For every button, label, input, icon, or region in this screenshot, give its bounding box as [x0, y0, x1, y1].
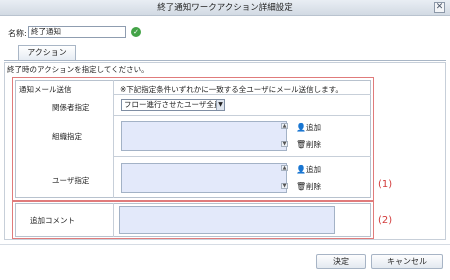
- tab-action[interactable]: アクション: [18, 45, 76, 60]
- annotation-marker-1: (1): [378, 179, 393, 190]
- cancel-button[interactable]: キャンセル: [371, 254, 443, 269]
- name-input[interactable]: 終了通知: [28, 26, 126, 38]
- dialog-titlebar: 終了通知ワークアクション詳細設定: [0, 0, 450, 16]
- tab-divider: [4, 60, 446, 61]
- highlight-box-2: [12, 201, 374, 239]
- name-label: 名称:: [8, 29, 27, 38]
- dialog-title: 終了通知ワークアクション詳細設定: [157, 3, 293, 13]
- panel-description: 終了時のアクションを指定してください。: [7, 65, 149, 74]
- check-circle-icon: ✓: [131, 27, 141, 37]
- ok-button[interactable]: 決定: [316, 254, 366, 269]
- footer-divider: [0, 244, 450, 245]
- close-icon[interactable]: ✕: [434, 2, 445, 13]
- highlight-box-1: [12, 77, 374, 201]
- annotation-marker-2: (2): [378, 215, 393, 226]
